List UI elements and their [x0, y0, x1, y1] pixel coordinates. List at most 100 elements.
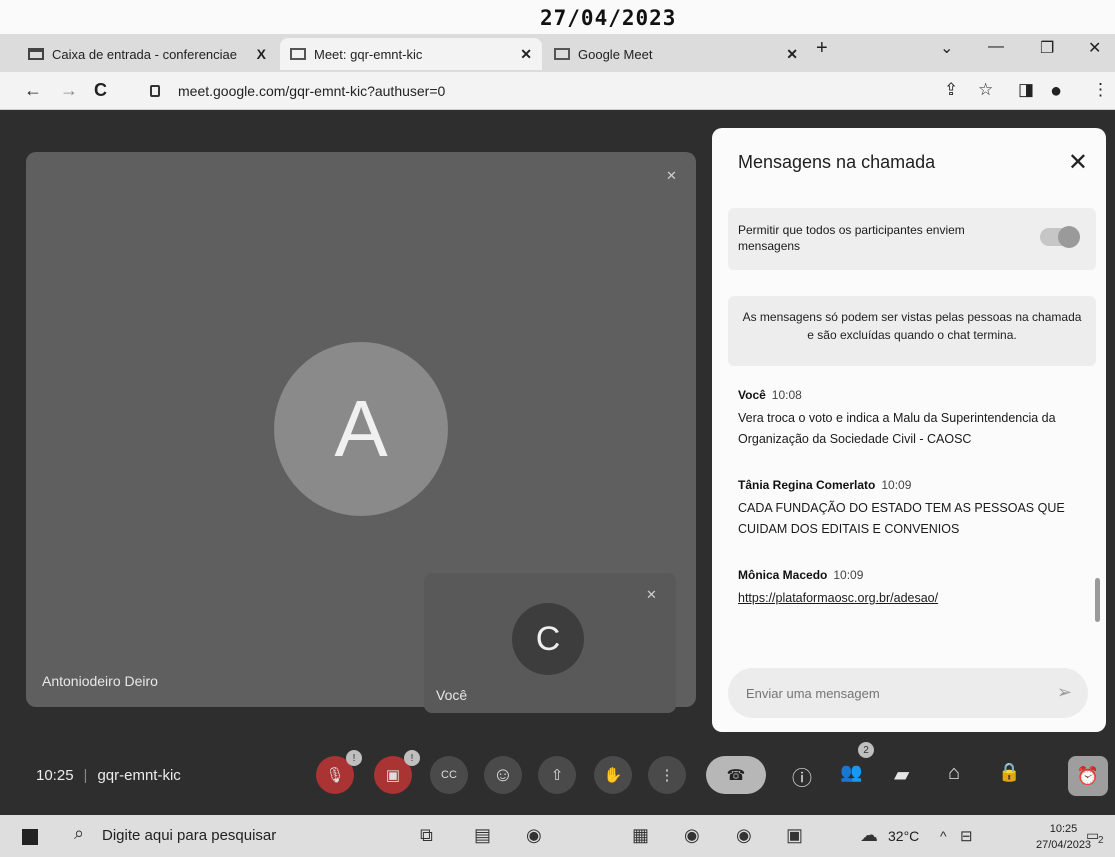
message-sender: Tânia Regina Comerlato — [738, 478, 876, 492]
chrome-icon[interactable]: ◉ — [736, 825, 752, 846]
tab-title: Google Meet — [578, 46, 653, 62]
allow-messages-toggle[interactable] — [1040, 226, 1080, 248]
word-icon[interactable]: ▣ — [786, 825, 803, 846]
browser-menu-icon[interactable]: ⋮ — [1092, 80, 1109, 100]
participant-name: Você — [436, 687, 468, 703]
separator: | — [83, 767, 88, 784]
tab-close-icon[interactable]: X — [257, 46, 266, 62]
camera-off-icon: ▣ — [385, 767, 401, 784]
host-controls-icon[interactable]: 🔒 — [998, 762, 1020, 783]
reload-button[interactable]: C — [94, 80, 107, 101]
temperature: 32°C — [888, 828, 920, 844]
present-screen-button[interactable]: ⇧ — [538, 756, 576, 794]
url-field[interactable]: meet.google.com/gqr-emnt-kic?authuser=0 — [178, 83, 445, 99]
permission-label: Permitir que todos os participantes envi… — [738, 223, 965, 253]
info-icon[interactable]: ⓘ — [792, 762, 812, 791]
captions-button[interactable]: CC — [430, 756, 468, 794]
close-icon[interactable]: ✕ — [1068, 148, 1088, 177]
permission-setting: Permitir que todos os participantes envi… — [728, 208, 1096, 270]
file-explorer-icon[interactable]: ▦ — [632, 825, 649, 846]
more-options-button[interactable]: ⋮ — [648, 756, 686, 794]
new-tab-button[interactable]: + — [816, 37, 828, 60]
message-link[interactable]: https://plataformaosc.org.br/adesao/ — [738, 591, 938, 605]
taskbar-clock[interactable]: 10:25 27/04/2023 — [1036, 821, 1091, 853]
window-close-button[interactable]: ✕ — [1088, 38, 1101, 58]
forward-button[interactable]: → — [60, 80, 78, 101]
lock-icon — [150, 85, 160, 97]
mic-off-icon: ✕ — [646, 587, 657, 602]
clock-date: 27/04/2023 — [1036, 839, 1092, 851]
taskbar-search[interactable]: Digite aqui para pesquisar — [102, 827, 276, 844]
share-icon[interactable]: ⇪ — [944, 80, 958, 100]
meeting-info: 10:25 | gqr-emnt-kic — [36, 767, 181, 784]
gmail-icon — [28, 48, 44, 60]
meeting-code: gqr-emnt-kic — [97, 767, 181, 784]
tab-title: Caixa de entrada - conferenciae — [52, 46, 238, 62]
mic-off-icon: 🎙 — [325, 767, 345, 784]
avatar: C — [512, 603, 584, 675]
send-icon[interactable]: ➢ — [1057, 682, 1072, 703]
meeting-time: 10:25 — [36, 767, 74, 784]
activities-icon[interactable]: ⌂ — [948, 762, 960, 785]
minimize-button[interactable]: — — [988, 38, 1004, 56]
list-item: Tânia Regina Comerlato 10:09 CADA FUNDAÇÃ… — [738, 476, 1078, 540]
weather-icon: ☁ — [860, 825, 878, 845]
avatar: A — [274, 342, 448, 516]
tab-title: Meet: gqr-emnt-kic — [314, 46, 423, 62]
windows-start-icon[interactable] — [22, 829, 38, 845]
meet-icon — [554, 48, 570, 60]
notification-count: 2 — [1098, 835, 1104, 846]
message-time: 10:09 — [833, 568, 864, 582]
mic-off-icon: ✕ — [666, 168, 677, 183]
tab-close-icon[interactable]: ✕ — [786, 46, 798, 63]
tab-close-icon[interactable]: ✕ — [520, 46, 532, 63]
tab-google-meet[interactable]: Google Meet ✕ — [544, 38, 808, 70]
network-icon[interactable]: ⊟ — [960, 827, 973, 845]
participant-name: Antoniodeiro Deiro — [42, 673, 158, 689]
side-panel-icon[interactable]: ◨ — [1018, 80, 1034, 100]
address-bar-row: ← → C meet.google.com/gqr-emnt-kic?authu… — [0, 72, 1115, 110]
windows-taskbar: ⌕ Digite aqui para pesquisar ⧉ ▤ ◉ ▦ ◉ ◉… — [0, 815, 1115, 857]
date-stamp: 27/04/2023 — [540, 6, 677, 30]
raise-hand-button[interactable]: ✋ — [594, 756, 632, 794]
self-view-tile[interactable]: ✕ C Você — [424, 573, 676, 713]
timer-icon[interactable]: ⏰ — [1068, 756, 1108, 796]
leave-call-button[interactable]: ☎ — [706, 756, 766, 794]
people-icon[interactable]: 👥 — [840, 762, 862, 783]
message-text: Vera troca o voto e indica a Malu da Sup… — [738, 411, 1056, 446]
back-button[interactable]: ← — [24, 80, 42, 101]
tab-meet-active[interactable]: Meet: gqr-emnt-kic ✕ — [280, 38, 542, 70]
meet-icon — [290, 48, 306, 60]
list-item: Mônica Macedo 10:09 https://plataformaosc… — [738, 566, 1078, 609]
tab-gmail[interactable]: Caixa de entrada - conferenciae X — [18, 38, 276, 70]
message-input[interactable] — [746, 682, 1026, 704]
list-item: Você 10:08 Vera troca o voto e indica a M… — [738, 386, 1078, 450]
message-composer: ➢ — [728, 668, 1088, 718]
bookmark-star-icon[interactable]: ☆ — [978, 80, 993, 100]
profile-avatar[interactable]: ● — [1050, 80, 1062, 103]
taskbar-app-icon[interactable]: ▤ — [474, 825, 491, 846]
camera-warning-badge: ! — [404, 750, 420, 766]
chat-notice: As mensagens só podem ser vistas pelas p… — [728, 296, 1096, 366]
chat-panel: Mensagens na chamada ✕ Permitir que todo… — [712, 128, 1106, 732]
message-list: Você 10:08 Vera troca o voto e indica a M… — [738, 386, 1078, 654]
chrome-icon[interactable]: ◉ — [526, 825, 542, 846]
chevron-up-icon[interactable]: ^ — [940, 828, 947, 844]
search-icon: ⌕ — [74, 823, 85, 843]
message-text: CADA FUNDAÇÃO DO ESTADO TEM AS PESSOAS Q… — [738, 501, 1065, 536]
message-time: 10:08 — [771, 388, 802, 402]
restore-button[interactable]: ❐ — [1040, 38, 1054, 58]
message-sender: Mônica Macedo — [738, 568, 828, 582]
task-view-icon[interactable]: ⧉ — [420, 825, 433, 846]
panel-title: Mensagens na chamada — [738, 152, 936, 172]
participants-count-badge: 2 — [858, 742, 874, 758]
mic-warning-badge: ! — [346, 750, 362, 766]
emoji-reactions-button[interactable]: ☺ — [484, 756, 522, 794]
chat-icon[interactable]: ▰ — [894, 762, 909, 787]
scan-header: 27/04/2023 — [0, 0, 1115, 36]
scrollbar[interactable] — [1095, 578, 1100, 622]
chrome-icon[interactable]: ◉ — [684, 825, 700, 846]
clock-time: 10:25 — [1049, 823, 1078, 835]
message-time: 10:09 — [881, 478, 912, 492]
tab-search-chevron-icon[interactable]: ⌄ — [940, 38, 953, 58]
